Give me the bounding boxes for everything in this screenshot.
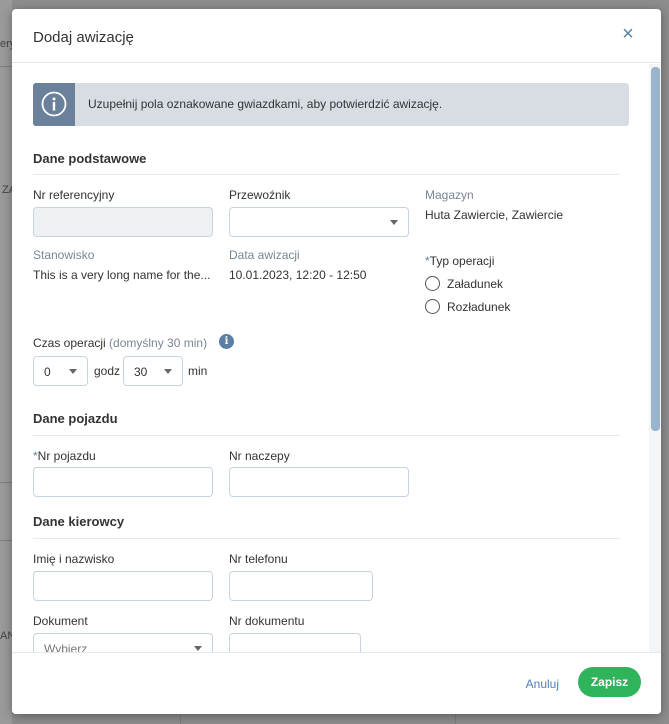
operation-time-label: Czas operacji (domyślny 30 min) bbox=[33, 336, 208, 350]
carrier-label: Przewoźnik bbox=[229, 188, 291, 202]
document-number-label: Nr dokumentu bbox=[229, 614, 305, 628]
chevron-down-icon bbox=[164, 369, 172, 374]
info-icon[interactable]: i bbox=[219, 334, 234, 349]
dialog-footer: Anuluj Zapisz bbox=[12, 652, 661, 714]
chevron-down-icon bbox=[194, 646, 202, 651]
info-icon bbox=[41, 91, 67, 117]
section-vehicle-title: Dane pojazdu bbox=[33, 411, 118, 426]
chevron-down-icon bbox=[390, 220, 398, 225]
trailer-number-label: Nr naczepy bbox=[229, 449, 290, 463]
document-select[interactable]: Wybierz bbox=[33, 633, 213, 652]
vehicle-number-input[interactable] bbox=[33, 467, 213, 497]
vehicle-number-label: *Nr pojazdu bbox=[33, 449, 96, 463]
dialog-header: Dodaj awizację × bbox=[12, 9, 661, 63]
chevron-down-icon bbox=[69, 369, 77, 374]
dialog-title: Dodaj awizację bbox=[33, 29, 134, 46]
minutes-select[interactable]: 30 bbox=[123, 356, 183, 386]
scrollbar-thumb[interactable] bbox=[651, 67, 660, 431]
minutes-unit: min bbox=[188, 364, 208, 378]
section-divider bbox=[33, 174, 620, 175]
trailer-number-input[interactable] bbox=[229, 467, 409, 497]
background-divider bbox=[0, 66, 12, 67]
document-number-input[interactable] bbox=[229, 633, 361, 652]
operation-time-default: (domyślny 30 min) bbox=[109, 336, 208, 350]
background-divider bbox=[0, 540, 12, 541]
background-panel bbox=[0, 0, 12, 724]
section-basic-title: Dane podstawowe bbox=[33, 151, 147, 166]
section-driver-title: Dane kierowcy bbox=[33, 514, 125, 529]
close-button[interactable]: × bbox=[619, 24, 637, 44]
phone-label: Nr telefonu bbox=[229, 552, 288, 566]
warehouse-value: Huta Zawiercie, Zawiercie bbox=[425, 208, 564, 222]
date-value: 10.01.2023, 12:20 - 12:50 bbox=[229, 268, 367, 282]
hours-unit: godz bbox=[94, 364, 121, 378]
radio-unloading-label: Rozładunek bbox=[447, 300, 511, 314]
driver-name-input[interactable] bbox=[33, 571, 213, 601]
ref-number-input[interactable] bbox=[33, 207, 213, 237]
carrier-select[interactable] bbox=[229, 207, 409, 237]
background-divider bbox=[180, 714, 181, 724]
scrollbar[interactable] bbox=[649, 64, 661, 652]
radio-loading[interactable] bbox=[425, 276, 440, 291]
document-placeholder: Wybierz bbox=[44, 642, 88, 652]
phone-input[interactable] bbox=[229, 571, 373, 601]
section-divider bbox=[33, 435, 620, 436]
section-divider bbox=[33, 538, 620, 539]
warehouse-label: Magazyn bbox=[425, 188, 474, 202]
driver-name-label: Imię i nazwisko bbox=[33, 552, 115, 566]
alert-message: Uzupełnij pola oznakowane gwiazdkami, ab… bbox=[88, 97, 443, 111]
date-label: Data awizacji bbox=[229, 248, 300, 262]
add-notification-dialog: Dodaj awizację × Uzupełnij pola oznakowa… bbox=[12, 9, 661, 714]
radio-unloading[interactable] bbox=[425, 299, 440, 314]
close-icon: × bbox=[622, 23, 634, 45]
background-divider bbox=[0, 482, 12, 483]
background-divider bbox=[455, 714, 456, 724]
operation-type-label: *Typ operacji bbox=[425, 254, 495, 268]
dialog-body: Uzupełnij pola oznakowane gwiazdkami, ab… bbox=[12, 64, 661, 652]
stand-label: Stanowisko bbox=[33, 248, 95, 262]
document-label: Dokument bbox=[33, 614, 88, 628]
cancel-button[interactable]: Anuluj bbox=[526, 677, 559, 691]
hours-select[interactable]: 0 bbox=[33, 356, 88, 386]
save-button[interactable]: Zapisz bbox=[578, 667, 641, 697]
alert-icon-box bbox=[33, 83, 75, 126]
radio-loading-label: Załadunek bbox=[447, 277, 504, 291]
stand-value: This is a very long name for the... bbox=[33, 268, 211, 282]
info-alert: Uzupełnij pola oznakowane gwiazdkami, ab… bbox=[33, 83, 629, 126]
ref-number-label: Nr referencyjny bbox=[33, 188, 115, 202]
